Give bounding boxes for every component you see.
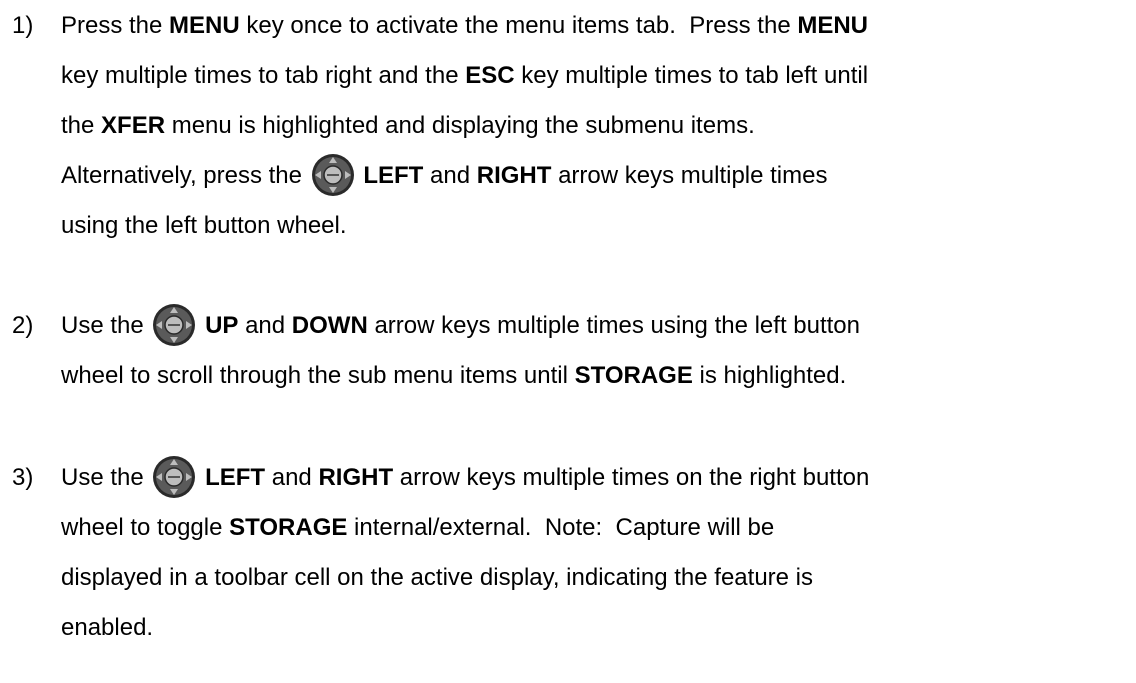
body-text: arrow keys multiple times on the right b… [393,464,870,491]
step-number: 2) [12,312,34,339]
body-text: the [61,112,102,139]
body-text: enabled. [61,614,154,641]
step-number: 3) [12,464,34,491]
step-line: Alternatively, press the LEFT and RIGHT … [61,151,1131,201]
dpad-enter-icon [311,153,355,197]
step-number: 1) [12,12,34,39]
body-text: is highlighted. [692,362,847,389]
body-text: using the left button wheel. [61,212,347,239]
step-line: Use the LEFT and RIGHT arrow keys multip… [61,453,1131,503]
step-text: Press the MENU key once to activate the … [61,1,1131,251]
keyword-text: RIGHT [318,464,394,491]
keyword-text: ESC [465,62,515,89]
body-text: Use the [61,312,151,339]
keyword-text: LEFT [363,162,424,189]
body-text: arrow keys multiple times using the left… [367,312,861,339]
keyword-text: RIGHT [476,162,552,189]
body-text: Alternatively, press the [61,162,309,189]
body-text: key once to activate the menu items tab.… [239,12,798,39]
body-text: wheel to scroll through the sub menu ite… [61,362,575,389]
body-text: and [265,464,319,491]
step-line: displayed in a toolbar cell on the activ… [61,553,1131,603]
step-line: key multiple times to tab right and the … [61,51,1131,101]
keyword-text: MENU [797,12,869,39]
step-line: enabled. [61,603,1131,653]
step-line: Press the MENU key once to activate the … [61,1,1131,51]
keyword-text: UP [205,312,239,339]
body-text: Use the [61,464,151,491]
body-text: and [423,162,477,189]
step-line: wheel to toggle STORAGE internal/externa… [61,503,1131,553]
body-text: Press the [61,12,170,39]
step-line: wheel to scroll through the sub menu ite… [61,351,1131,401]
step-text: Use the LEFT and RIGHT arrow keys multip… [61,453,1131,653]
body-text: key multiple times to tab right and the [61,62,466,89]
keyword-text: STORAGE [574,362,693,389]
body-text: displayed in a toolbar cell on the activ… [61,564,814,591]
body-text: and [238,312,292,339]
keyword-text: MENU [169,12,240,39]
step-text: Use the UP and DOWN arrow keys multiple … [61,301,1131,401]
dpad-save-icon [152,455,196,499]
body-text: internal/external. Note: Capture will be [347,514,775,541]
keyword-text: STORAGE [229,514,348,541]
body-text: menu is highlighted and displaying the s… [165,112,755,139]
body-text: key multiple times to tab left until [514,62,869,89]
body-text: arrow keys multiple times [551,162,828,189]
dpad-enter-icon [152,303,196,347]
step-line: Use the UP and DOWN arrow keys multiple … [61,301,1131,351]
keyword-text: DOWN [291,312,368,339]
keyword-text: LEFT [205,464,266,491]
step-line: the XFER menu is highlighted and display… [61,101,1131,151]
keyword-text: XFER [101,112,166,139]
body-text: wheel to toggle [61,514,230,541]
step-line: using the left button wheel. [61,201,1131,251]
